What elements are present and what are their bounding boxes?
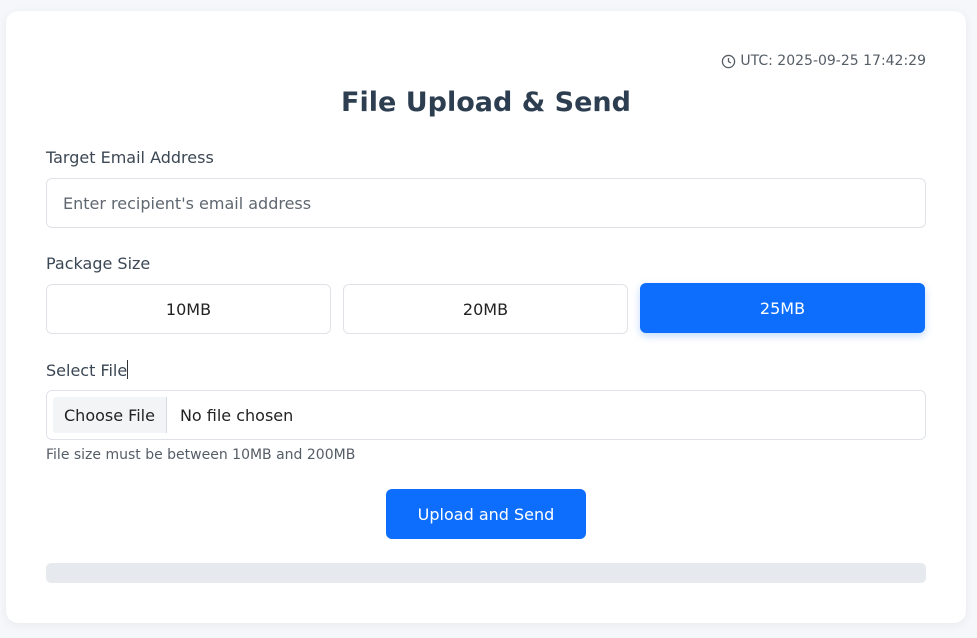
choose-file-button[interactable]: Choose File bbox=[53, 397, 167, 433]
page-title: File Upload & Send bbox=[341, 87, 631, 118]
utc-text: UTC: 2025-09-25 17:42:29 bbox=[740, 53, 926, 69]
package-option-20mb[interactable]: 20MB bbox=[343, 284, 628, 334]
package-option-25mb[interactable]: 25MB bbox=[640, 283, 925, 333]
clock-icon bbox=[722, 54, 736, 68]
upload-progress-bar bbox=[46, 563, 926, 583]
file-input[interactable]: Choose File No file chosen bbox=[46, 390, 926, 440]
email-label: Target Email Address bbox=[46, 148, 214, 167]
file-size-hint: File size must be between 10MB and 200MB bbox=[46, 447, 356, 463]
utc-timestamp: UTC: 2025-09-25 17:42:29 bbox=[721, 53, 926, 69]
package-option-10mb[interactable]: 10MB bbox=[46, 284, 331, 334]
upload-and-send-button[interactable]: Upload and Send bbox=[386, 489, 586, 539]
select-file-label-text: Select File bbox=[46, 361, 128, 380]
text-caret bbox=[127, 360, 129, 379]
select-file-label: Select File bbox=[46, 360, 129, 380]
email-input[interactable] bbox=[46, 178, 926, 228]
upload-card: UTC: 2025-09-25 17:42:29 File Upload & S… bbox=[6, 11, 966, 623]
package-size-label: Package Size bbox=[46, 254, 151, 273]
file-status: No file chosen bbox=[179, 405, 294, 425]
